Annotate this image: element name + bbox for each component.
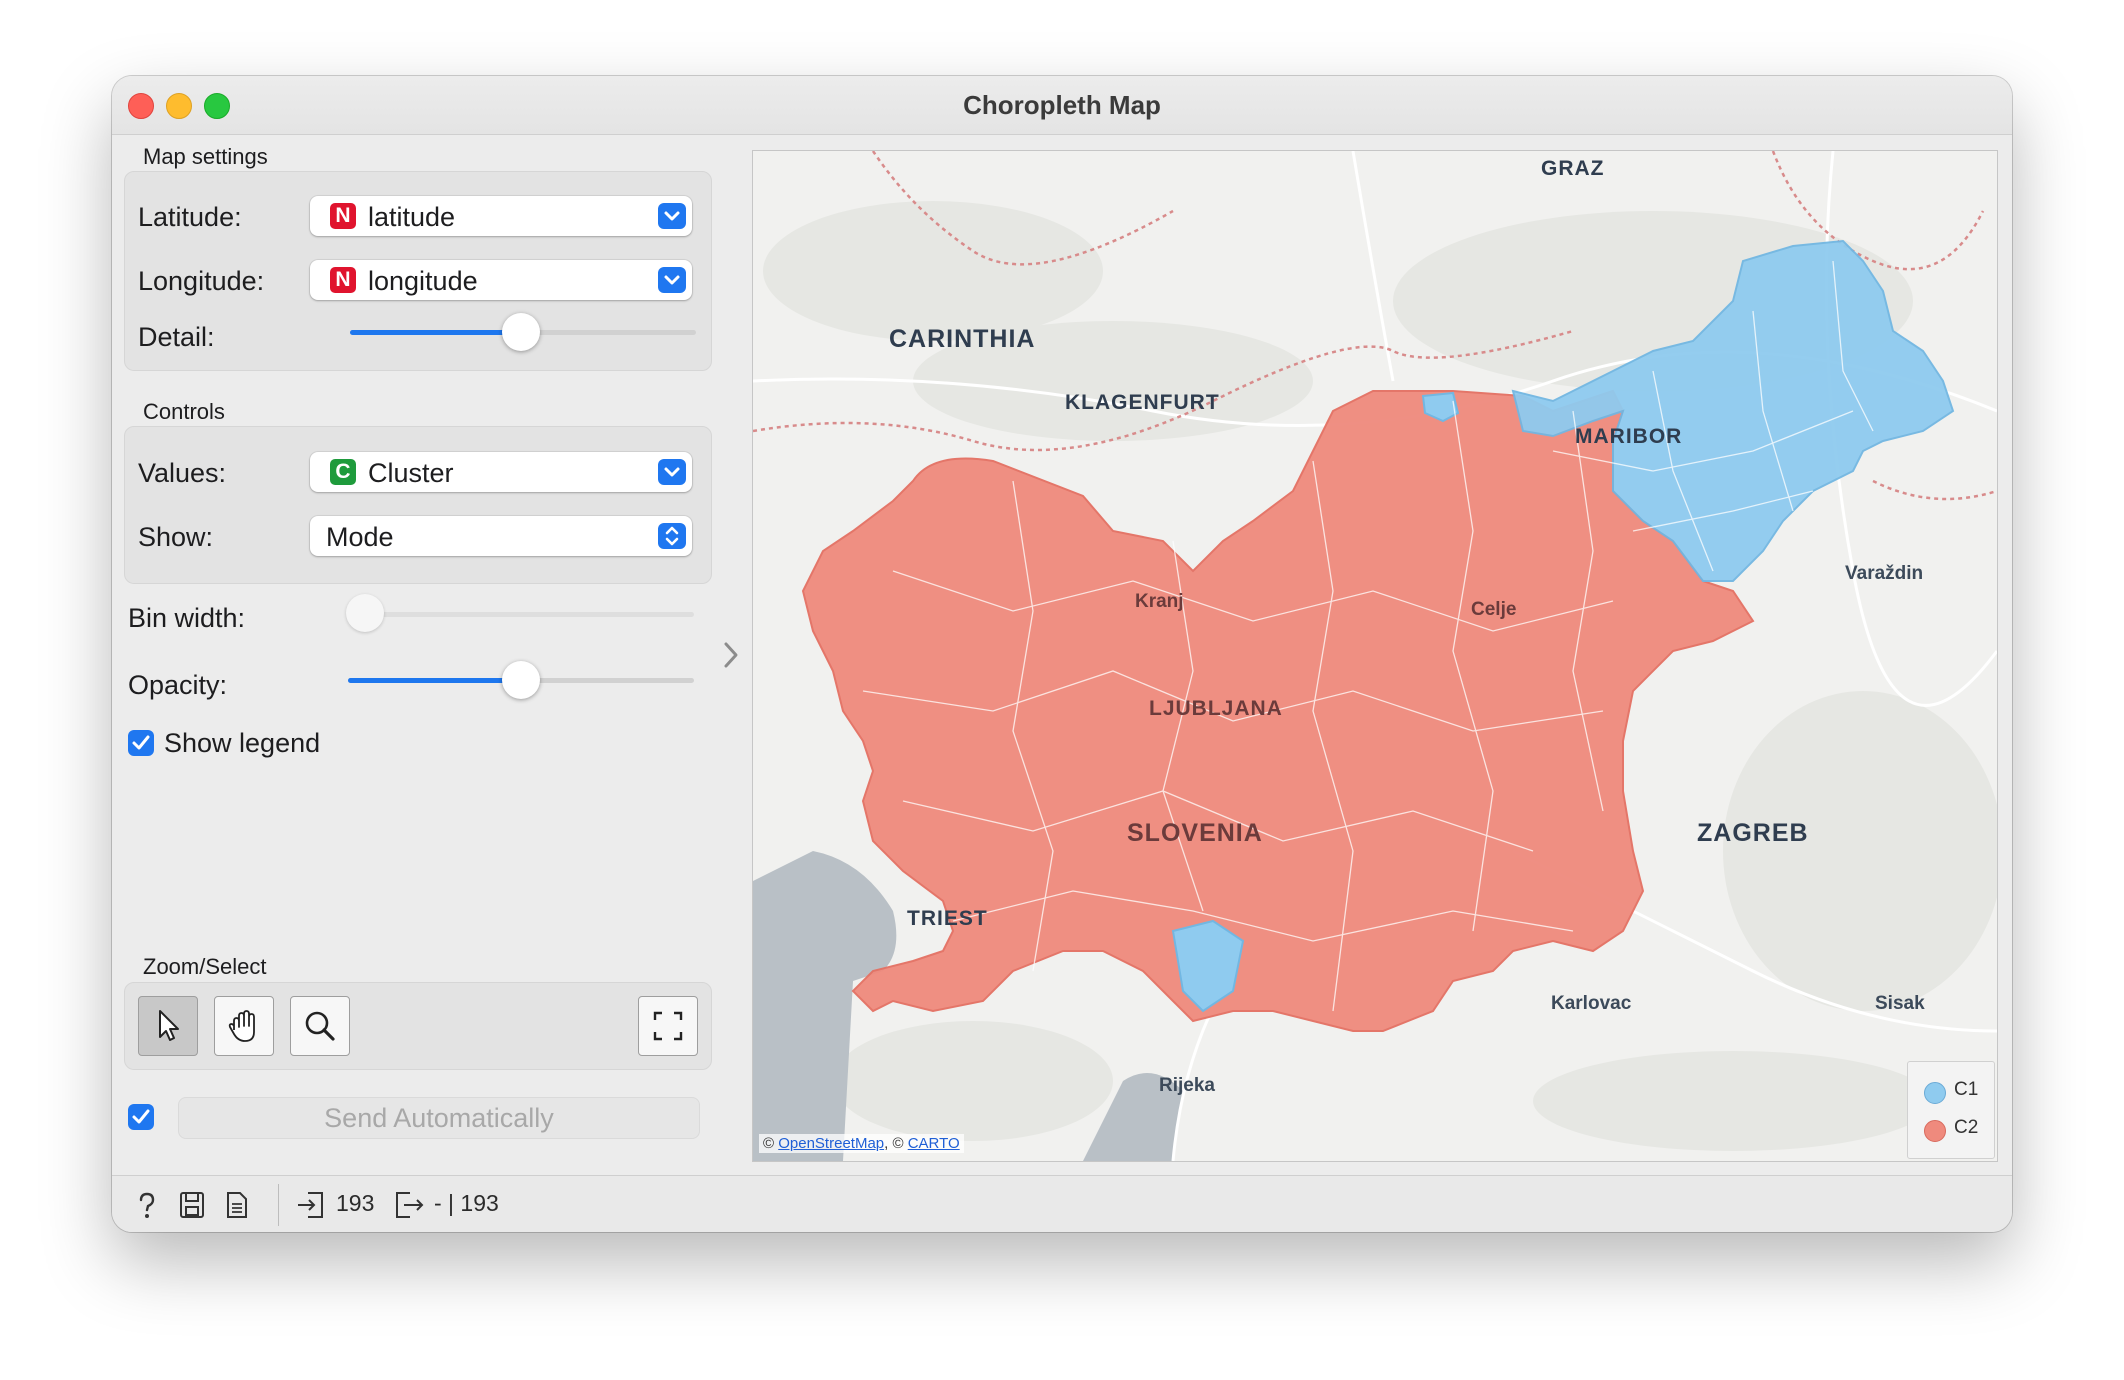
- fit-view-button[interactable]: [638, 996, 698, 1056]
- values-combo[interactable]: C Cluster: [310, 452, 692, 492]
- map-settings-title: Map settings: [143, 144, 268, 169]
- report-icon[interactable]: [224, 1190, 250, 1225]
- cursor-arrow-icon: [159, 1010, 179, 1041]
- longitude-label: Longitude:: [138, 266, 265, 296]
- collapse-panel-chevron-icon[interactable]: [718, 638, 744, 672]
- up-down-chevron-icon: [658, 523, 686, 549]
- chevron-down-icon: [658, 203, 686, 229]
- input-count: 193: [336, 1190, 375, 1216]
- help-icon[interactable]: [134, 1190, 160, 1225]
- send-automatically-checkbox[interactable]: [128, 1104, 154, 1130]
- window-title: Choropleth Map: [963, 90, 1161, 120]
- controls-group: [124, 426, 712, 584]
- chevron-down-icon: [658, 459, 686, 485]
- map-label-zagreb: ZAGREB: [1697, 819, 1809, 847]
- map-label-graz: GRAZ: [1541, 157, 1605, 180]
- output-icon: [394, 1190, 426, 1225]
- values-label: Values:: [138, 458, 227, 488]
- chevron-down-icon: [658, 267, 686, 293]
- zoom-tool-button[interactable]: [290, 996, 350, 1056]
- output-count: - | 193: [434, 1190, 499, 1216]
- map-label-celje: Celje: [1471, 599, 1517, 620]
- attribution-prefix: ©: [763, 1135, 775, 1152]
- numeric-variable-icon: N: [330, 203, 356, 229]
- detail-slider-knob[interactable]: [502, 313, 540, 351]
- latitude-combo[interactable]: N latitude: [310, 196, 692, 236]
- magnifier-icon: [305, 1011, 335, 1041]
- longitude-combo[interactable]: N longitude: [310, 260, 692, 300]
- fullscreen-icon: [653, 1011, 683, 1041]
- latitude-label: Latitude:: [138, 202, 242, 232]
- choropleth-map-window: Choropleth Map Map settings Latitude: N …: [112, 76, 2012, 1232]
- legend-swatch-c2: [1924, 1120, 1946, 1142]
- map-legend: C1 C2: [1907, 1061, 1995, 1159]
- show-combo[interactable]: Mode: [310, 516, 692, 556]
- checkmark-icon: [132, 735, 150, 750]
- pointer-tool-button[interactable]: [138, 996, 198, 1056]
- latitude-value: latitude: [368, 202, 456, 232]
- map-label-klagenfurt: KLAGENFURT: [1065, 391, 1220, 414]
- map-label-kranj: Kranj: [1135, 591, 1184, 612]
- detail-slider-fill: [350, 330, 522, 335]
- map-canvas: [753, 151, 1997, 1161]
- map-label-sisak: Sisak: [1875, 993, 1925, 1014]
- attribution-separator: , ©: [884, 1135, 904, 1152]
- map-label-varazdin: Varaždin: [1845, 563, 1924, 584]
- opacity-label: Opacity:: [128, 670, 228, 700]
- bin-width-slider[interactable]: [348, 612, 694, 617]
- opacity-slider-fill: [348, 678, 522, 683]
- map-label-trieste: TRIEST: [907, 907, 988, 930]
- map-label-slovenia: SLOVENIA: [1127, 819, 1263, 847]
- controls-title: Controls: [143, 399, 225, 424]
- map-label-karlovac: Karlovac: [1551, 993, 1632, 1014]
- legend-label-c2: C2: [1954, 1117, 1979, 1138]
- status-separator: [278, 1184, 279, 1226]
- show-value: Mode: [326, 522, 394, 552]
- map-view[interactable]: GRAZ CARINTHIA KLAGENFURT MARIBOR Varažd…: [752, 150, 1998, 1162]
- numeric-variable-icon: N: [330, 267, 356, 293]
- carto-link[interactable]: CARTO: [908, 1135, 960, 1152]
- save-icon[interactable]: [178, 1190, 206, 1225]
- map-label-maribor: MARIBOR: [1575, 425, 1683, 448]
- show-legend-checkbox[interactable]: [128, 730, 154, 756]
- legend-label-c1: C1: [1954, 1079, 1979, 1100]
- longitude-value: longitude: [368, 266, 478, 296]
- categorical-variable-icon: C: [330, 459, 356, 485]
- values-value: Cluster: [368, 458, 454, 488]
- send-automatically-button[interactable]: Send Automatically: [178, 1097, 700, 1139]
- hand-icon: [228, 1010, 255, 1042]
- pan-tool-button[interactable]: [214, 996, 274, 1056]
- input-icon: [296, 1190, 326, 1225]
- legend-swatch-c1: [1924, 1082, 1946, 1104]
- zoom-select-group: [124, 982, 712, 1070]
- map-label-carinthia: CARINTHIA: [889, 325, 1036, 353]
- show-legend-label: Show legend: [164, 728, 321, 758]
- bin-width-label: Bin width:: [128, 603, 246, 633]
- checkmark-icon: [132, 1109, 150, 1124]
- bin-width-slider-knob[interactable]: [346, 594, 384, 632]
- zoom-select-title: Zoom/Select: [143, 954, 267, 979]
- map-attribution: © OpenStreetMap, © CARTO: [759, 1134, 964, 1153]
- detail-label: Detail:: [138, 322, 215, 352]
- map-label-ljubljana: LJUBLJANA: [1149, 697, 1283, 720]
- opacity-slider-knob[interactable]: [502, 661, 540, 699]
- title-bar: Choropleth Map: [112, 76, 2012, 135]
- show-label: Show:: [138, 522, 214, 552]
- map-label-rijeka: Rijeka: [1159, 1075, 1215, 1096]
- openstreetmap-link[interactable]: OpenStreetMap: [778, 1135, 884, 1152]
- status-bar: 193 - | 193: [112, 1175, 2012, 1232]
